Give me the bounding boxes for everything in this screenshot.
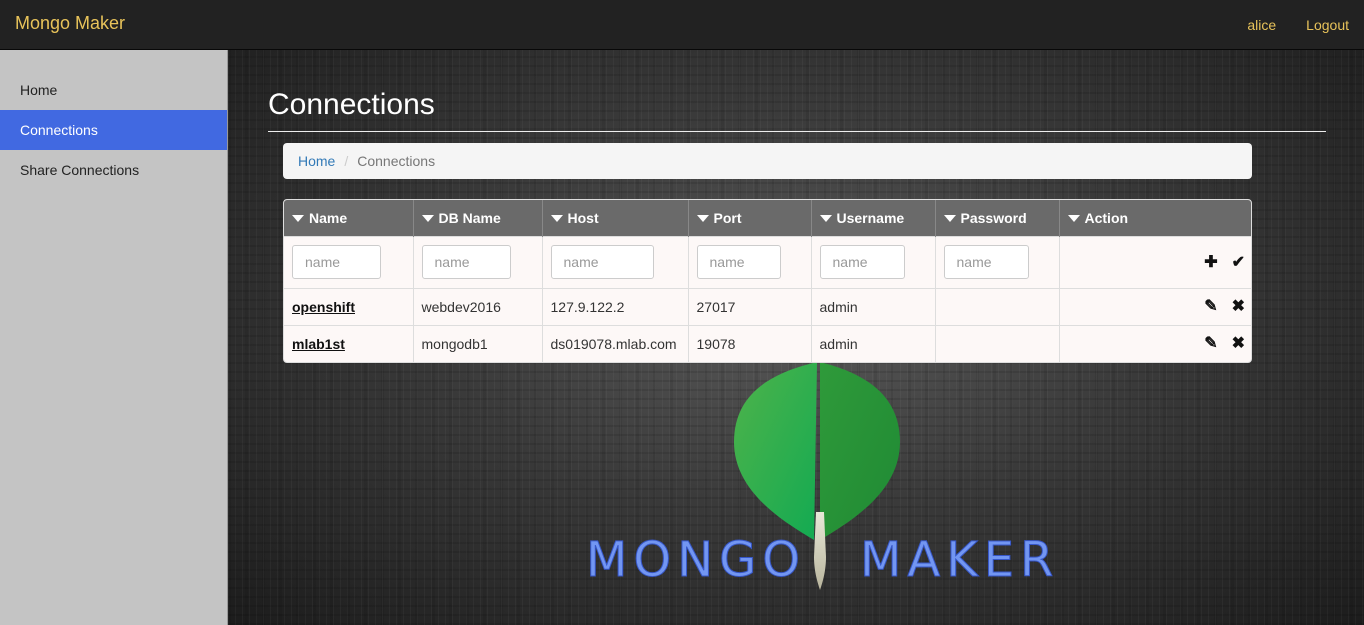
plus-icon[interactable]: ✚ — [1204, 254, 1217, 271]
connection-name-link[interactable]: openshift — [292, 299, 355, 315]
column-header-db-name[interactable]: DB Name — [413, 200, 543, 236]
sort-triangle-icon — [1067, 214, 1080, 222]
port-cell: 27017 — [688, 287, 812, 325]
username-cell: admin — [811, 287, 936, 325]
column-header-action[interactable]: Action — [1059, 200, 1251, 236]
column-header-host[interactable]: Host — [542, 200, 689, 236]
db-name-cell: mongodb1 — [413, 324, 543, 362]
brand-link[interactable]: Mongo Maker — [15, 13, 125, 34]
navbar-right: alice Logout — [1217, 0, 1349, 50]
sort-triangle-icon — [292, 214, 304, 222]
table-row: openshift webdev2016 127.9.122.2 27017 a… — [284, 287, 1251, 325]
host-cell: ds019078.mlab.com — [542, 324, 689, 362]
logout-link[interactable]: Logout — [1306, 17, 1349, 33]
breadcrumb-current: Connections — [357, 153, 436, 169]
sidebar-item-connections[interactable]: Connections — [0, 110, 227, 150]
sort-triangle-icon — [696, 214, 709, 222]
logo-word-maker: MAKER — [859, 532, 1060, 589]
title-divider — [268, 131, 1326, 132]
username-cell: admin — [811, 324, 936, 362]
host-cell: 127.9.122.2 — [542, 287, 689, 325]
sort-triangle-icon — [819, 214, 832, 222]
main-content: MONGO MAKER Connections Home / Connectio… — [228, 50, 1364, 625]
check-icon[interactable]: ✔ — [1232, 254, 1245, 271]
pencil-icon[interactable]: ✎ — [1204, 299, 1217, 315]
sidebar-item-home[interactable]: Home — [0, 70, 227, 110]
close-icon[interactable]: ✖ — [1232, 299, 1245, 315]
breadcrumb-home-link[interactable]: Home — [298, 153, 335, 169]
user-link[interactable]: alice — [1247, 17, 1276, 33]
password-cell — [935, 287, 1060, 325]
column-header-port[interactable]: Port — [688, 200, 812, 236]
connection-name-link[interactable]: mlab1st — [292, 336, 345, 352]
table-header-row: Name DB Name Host Port Username Password… — [284, 200, 1251, 236]
sidebar: Home Connections Share Connections — [0, 50, 228, 625]
sort-triangle-icon — [550, 214, 563, 222]
port-cell: 19078 — [688, 324, 812, 362]
logo-word-mongo: MONGO — [585, 532, 807, 589]
top-navbar: Mongo Maker alice Logout — [0, 0, 1364, 50]
username-input[interactable] — [819, 245, 905, 279]
pencil-icon[interactable]: ✎ — [1204, 336, 1217, 352]
host-input[interactable] — [550, 245, 654, 279]
name-input[interactable] — [292, 245, 381, 279]
password-input[interactable] — [943, 245, 1029, 279]
column-header-username[interactable]: Username — [811, 200, 936, 236]
db-name-input[interactable] — [421, 245, 511, 279]
table-row: mlab1st mongodb1 ds019078.mlab.com 19078… — [284, 324, 1251, 362]
db-name-cell: webdev2016 — [413, 287, 543, 325]
breadcrumb: Home / Connections — [283, 143, 1252, 179]
new-connection-row: ✚ ✔ — [284, 235, 1251, 288]
port-input[interactable] — [696, 245, 781, 279]
breadcrumb-separator: / — [344, 153, 349, 169]
column-header-name[interactable]: Name — [284, 200, 414, 236]
password-cell — [935, 324, 1060, 362]
connections-table: Name DB Name Host Port Username Password… — [283, 199, 1252, 363]
sidebar-item-share-connections[interactable]: Share Connections — [0, 150, 227, 190]
sort-triangle-icon — [943, 214, 956, 222]
page-title: Connections — [268, 88, 435, 121]
sort-triangle-icon — [421, 214, 434, 222]
close-icon[interactable]: ✖ — [1232, 336, 1245, 352]
column-header-password[interactable]: Password — [935, 200, 1060, 236]
